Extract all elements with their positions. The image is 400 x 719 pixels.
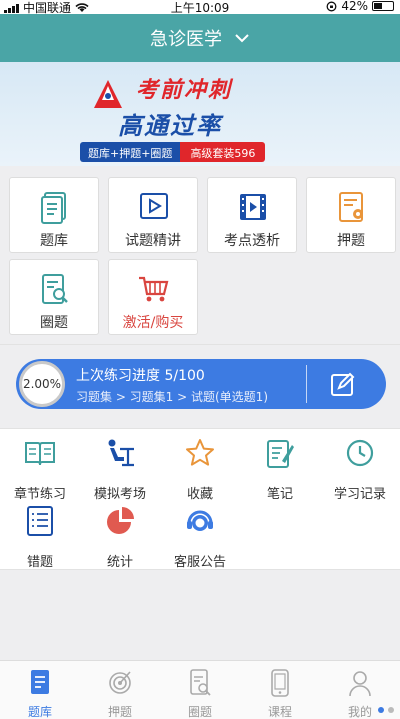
tile-predicted-questions[interactable]: 押题 <box>306 177 396 253</box>
banner-bundle: 题库+押题+圈题 <box>80 142 181 162</box>
tab-label: 押题 <box>107 705 132 719</box>
edit-icon[interactable] <box>330 371 356 397</box>
tab-circle[interactable]: 圈题 <box>160 661 240 719</box>
battery-percent: 42% <box>341 0 368 13</box>
feature-grid: 章节练习 模拟考场 收藏 笔记 学习记录 错题 统计 客服公告 <box>0 428 400 570</box>
feature-label: 收藏 <box>186 487 213 502</box>
headset-icon <box>187 510 213 531</box>
promo-banner[interactable]: 考前冲刺 高通过率 题库+押题+圈题 高级套装596 <box>0 62 400 166</box>
bottom-tab-bar: 题库 押题 圈题 课程 我的 <box>0 660 400 719</box>
question-bank-icon <box>41 192 66 224</box>
video-play-icon <box>140 193 168 219</box>
feature-statistics[interactable]: 统计 <box>80 501 160 570</box>
tile-activate-purchase[interactable]: 激活/购买 <box>108 259 198 335</box>
rotation-lock-icon <box>326 1 337 11</box>
pie-chart-icon <box>107 507 134 534</box>
feature-label: 客服公告 <box>173 555 226 570</box>
feature-mock-exam[interactable]: 模拟考场 <box>80 433 160 502</box>
banner-package-pill: 题库+押题+圈题 高级套装596 <box>80 142 266 162</box>
tile-label: 试题精讲 <box>125 233 181 249</box>
tab-courses[interactable]: 课程 <box>240 661 320 719</box>
battery-icon <box>372 1 394 11</box>
tile-label: 题库 <box>40 233 68 249</box>
feature-wrong-questions[interactable]: 错题 <box>0 501 80 570</box>
tab-label: 圈题 <box>187 705 212 719</box>
feature-label: 错题 <box>26 555 53 570</box>
exam-desk-icon <box>108 439 134 467</box>
page-title: 急诊医学 <box>150 29 222 50</box>
tab-label: 题库 <box>27 705 52 719</box>
feature-favorites[interactable]: 收藏 <box>160 433 240 502</box>
history-clock-icon <box>346 439 374 467</box>
feature-label: 笔记 <box>266 487 293 502</box>
tile-label: 圈题 <box>40 315 68 331</box>
progress-title: 上次练习进度 5/100 <box>76 368 205 384</box>
resume-practice-card[interactable]: 2.00% 上次练习进度 5/100 习题集 > 习题集1 > 试题(单选题1) <box>16 359 386 409</box>
feature-customer-service[interactable]: 客服公告 <box>160 501 240 570</box>
main-menu-grid: 题库 试题精讲 考点透析 押题 圈题 激活/购买 <box>0 166 400 344</box>
certificate-icon <box>339 192 363 222</box>
star-icon <box>186 439 214 466</box>
progress-path: 习题集 > 习题集1 > 试题(单选题1) <box>76 390 269 404</box>
tile-question-bank[interactable]: 题库 <box>9 177 99 253</box>
feature-chapter-practice[interactable]: 章节练习 <box>0 433 80 502</box>
document-search-icon <box>42 274 68 304</box>
tile-label: 押题 <box>337 233 365 249</box>
tab-question-bank[interactable]: 题库 <box>0 661 80 719</box>
user-icon <box>349 671 371 697</box>
film-icon <box>240 194 266 220</box>
tab-predicted[interactable]: 押题 <box>80 661 160 719</box>
tile-circle-questions[interactable]: 圈题 <box>9 259 99 335</box>
feature-label: 章节练习 <box>13 487 66 502</box>
document-icon <box>31 670 49 694</box>
feature-label: 模拟考场 <box>93 487 146 502</box>
shopping-cart-icon <box>139 276 169 302</box>
banner-package: 高级套装596 <box>180 142 266 162</box>
feature-notes[interactable]: 笔记 <box>240 433 320 502</box>
progress-ring: 2.00% <box>19 361 65 407</box>
tile-label: 考点透析 <box>224 233 280 249</box>
tablet-icon <box>271 669 289 697</box>
divider <box>306 365 307 403</box>
progress-percent: 2.00% <box>22 377 62 391</box>
feature-study-history[interactable]: 学习记录 <box>320 433 400 502</box>
tab-label: 课程 <box>267 705 292 719</box>
status-bar: 中国联通 上午10:09 42% <box>0 0 400 15</box>
feature-label: 学习记录 <box>333 487 386 502</box>
feature-label: 统计 <box>106 555 133 570</box>
practice-progress-section: 2.00% 上次练习进度 5/100 习题集 > 习题集1 > 试题(单选题1) <box>0 344 400 422</box>
notebook-icon <box>267 440 294 468</box>
circle-question-icon <box>190 669 211 696</box>
open-book-icon <box>25 442 55 466</box>
target-icon <box>109 671 131 694</box>
wrong-list-icon <box>27 506 53 536</box>
subject-selector[interactable]: 急诊医学 <box>0 14 400 62</box>
banner-subheadline: 高通过率 <box>118 112 222 140</box>
banner-headline: 考前冲刺 <box>136 78 233 103</box>
tile-label: 激活/购买 <box>122 315 184 331</box>
chevron-down-icon <box>235 34 249 43</box>
tile-key-points[interactable]: 考点透析 <box>207 177 297 253</box>
tile-lecture[interactable]: 试题精讲 <box>108 177 198 253</box>
page-indicator <box>378 707 394 713</box>
